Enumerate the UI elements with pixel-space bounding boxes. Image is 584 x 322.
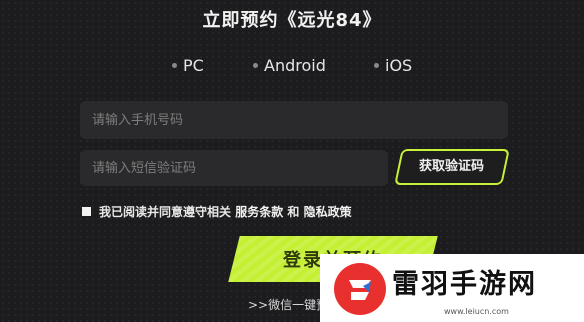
page-title: 立即预约《远光84》 [202,10,382,31]
platform-label: PC [183,56,204,75]
agreement-row: 我已阅读并同意遵守相关 服务条款 和 隐私政策 [82,203,352,220]
platform-label: iOS [385,56,413,75]
platform-label: Android [264,56,326,75]
watermark-logo-icon [334,263,386,315]
sms-code-input[interactable] [80,150,388,186]
platform-options: PC Android iOS [0,56,584,78]
platform-option-ios[interactable]: iOS [374,56,412,75]
radio-dot-icon [374,63,379,68]
agree-checkbox[interactable] [82,207,91,216]
platform-option-pc[interactable]: PC [172,56,204,75]
agreement-text: 我已阅读并同意遵守相关 [99,205,232,219]
radio-dot-icon [172,63,177,68]
and-text: 和 [287,205,300,219]
watermark-url: www.leiucn.com [444,307,509,316]
phone-input[interactable] [80,101,508,139]
terms-link[interactable]: 服务条款 [235,205,283,219]
get-code-label: 获取验证码 [419,159,485,174]
watermark-brand: 雷羽手游网 [392,269,537,300]
platform-option-android[interactable]: Android [253,56,326,75]
radio-dot-icon [253,63,258,68]
privacy-link[interactable]: 隐私政策 [304,205,352,219]
get-code-button[interactable]: 获取验证码 [394,149,510,185]
